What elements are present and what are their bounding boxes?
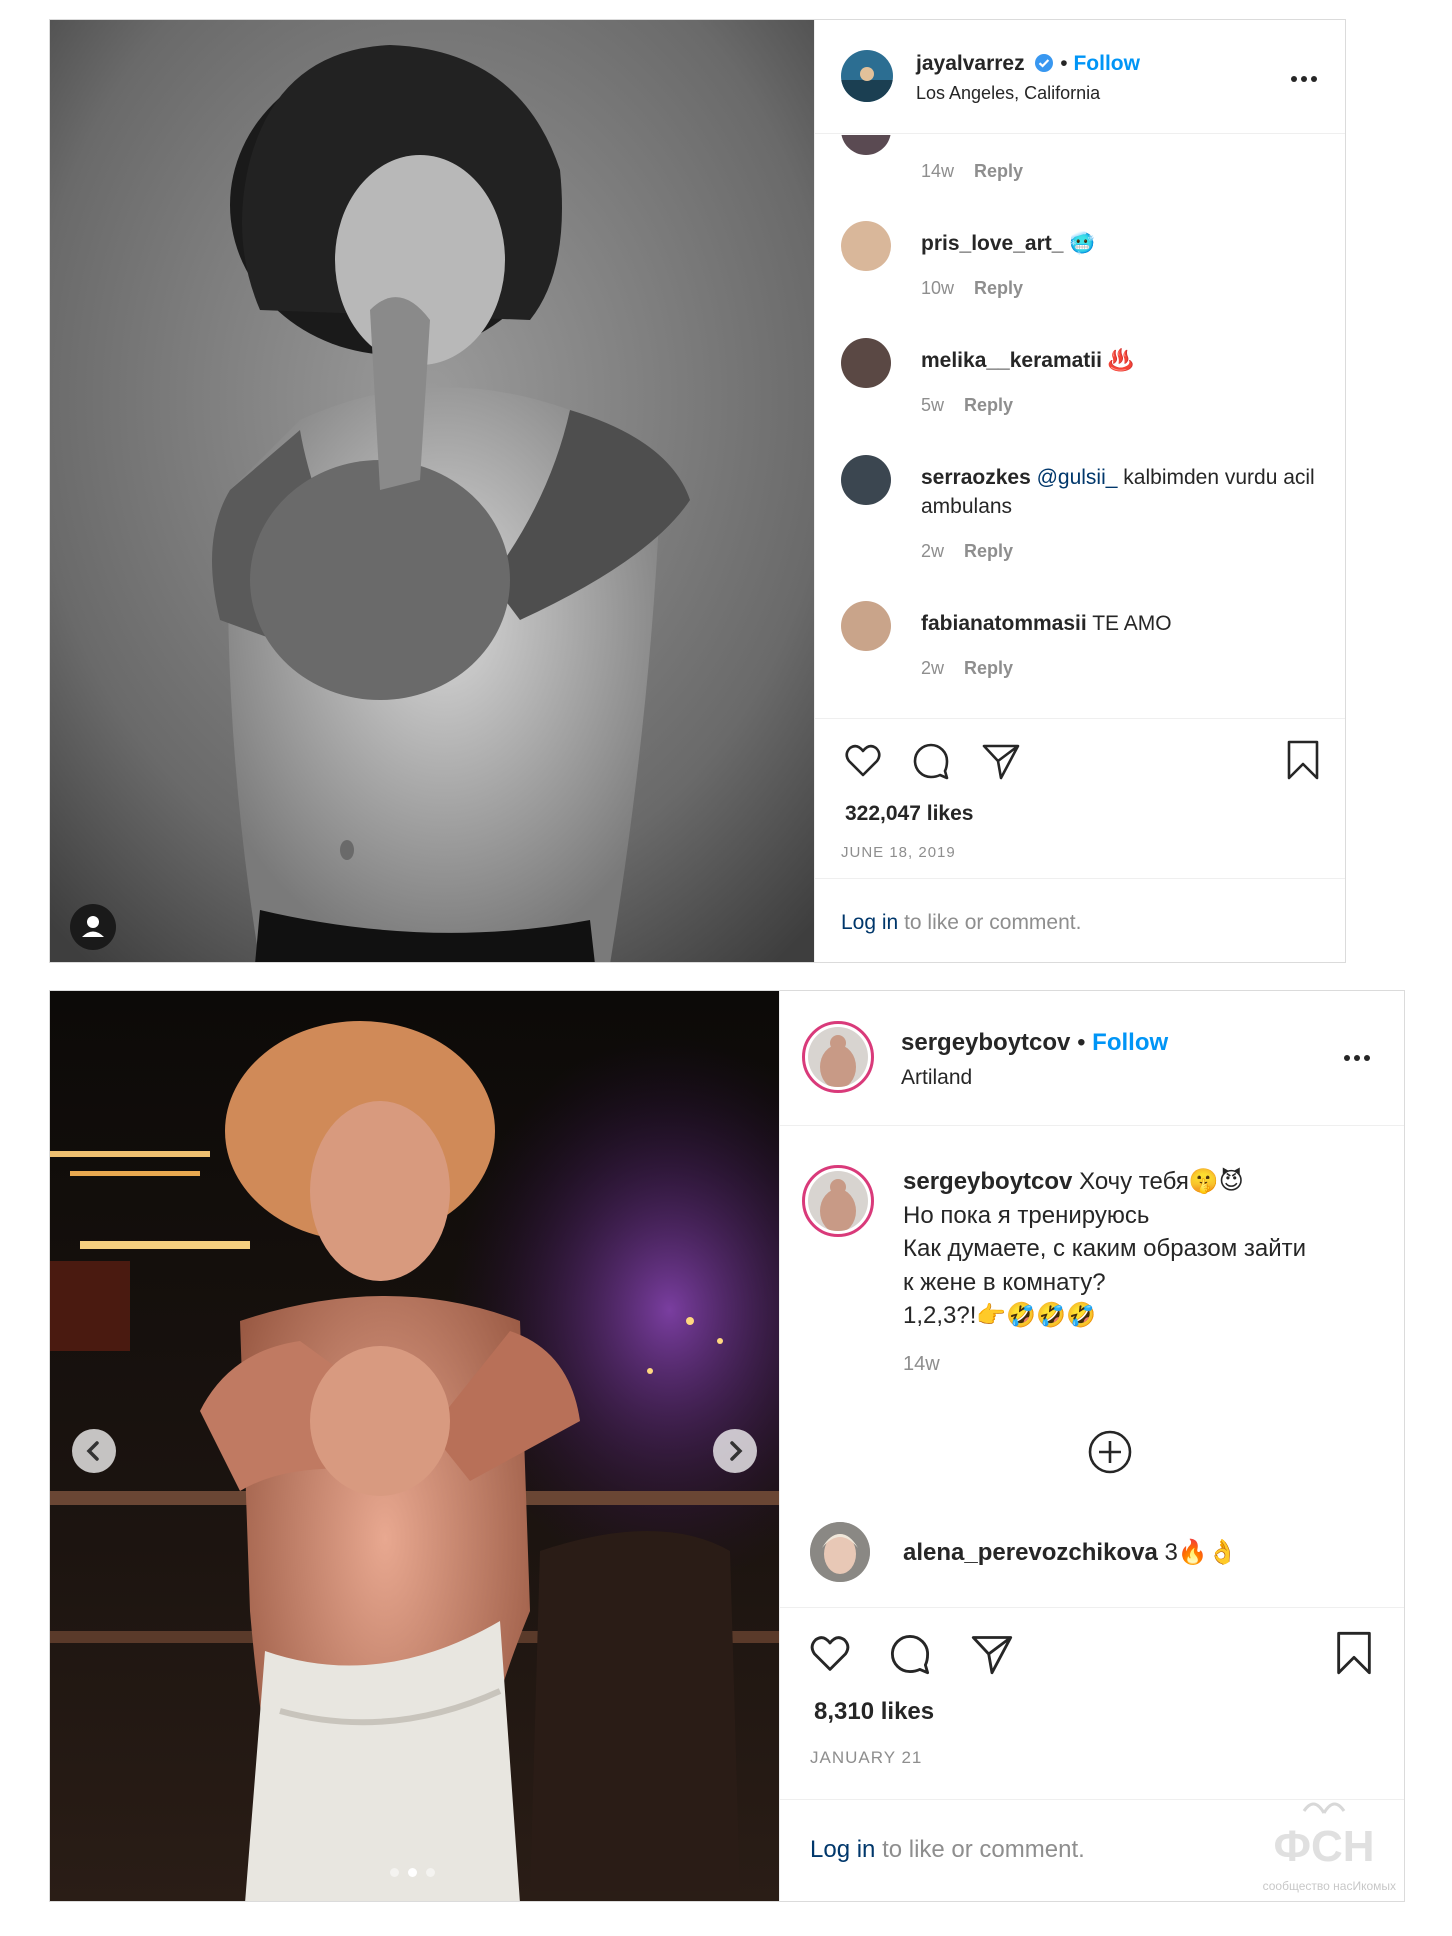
commenter-username[interactable]: serraozkes: [921, 466, 1031, 489]
commenter-avatar[interactable]: [841, 601, 891, 651]
author-username[interactable]: sergeyboytcov: [901, 1029, 1070, 1056]
post-date[interactable]: JANUARY 21: [810, 1748, 922, 1768]
watermark-text: сообщество насИкомых: [1262, 1879, 1396, 1893]
reply-button[interactable]: Reply: [974, 161, 1023, 181]
comment-icon[interactable]: [888, 1632, 932, 1676]
commenter-avatar[interactable]: [841, 338, 891, 388]
caption-author-avatar[interactable]: [802, 1165, 874, 1237]
chevron-right-icon: [730, 1441, 743, 1461]
post-date[interactable]: JUNE 18, 2019: [841, 844, 956, 861]
comment-time: 2w: [921, 658, 945, 678]
share-icon[interactable]: [981, 741, 1021, 781]
post-header: jayalvarrez • Follow Los Angeles, Califo…: [815, 20, 1345, 134]
author-username[interactable]: jayalvarrez: [916, 52, 1025, 75]
reply-button[interactable]: Reply: [964, 395, 1013, 415]
follow-button[interactable]: Follow: [1092, 1029, 1168, 1056]
login-prompt-text: to like or comment.: [882, 1836, 1085, 1863]
instagram-post-1: jayalvarrez • Follow Los Angeles, Califo…: [49, 19, 1346, 963]
author-avatar[interactable]: [802, 1021, 874, 1093]
share-icon[interactable]: [970, 1632, 1014, 1676]
login-link[interactable]: Log in: [810, 1836, 875, 1863]
next-slide-button[interactable]: [713, 1429, 757, 1473]
post-actions: 322,047 likes JUNE 18, 2019: [815, 718, 1345, 880]
reply-button[interactable]: Reply: [964, 658, 1013, 678]
carousel-dot: [426, 1868, 435, 1877]
reply-button[interactable]: Reply: [974, 278, 1023, 298]
caption-line: к жене в комнату?: [903, 1268, 1106, 1296]
commenter-avatar[interactable]: [841, 221, 891, 271]
comment-time: 5w: [921, 395, 945, 415]
comment-text: ♨️: [1107, 349, 1134, 372]
reply-button[interactable]: Reply: [964, 541, 1013, 561]
login-prompt-text: to like or comment.: [904, 911, 1082, 934]
comment-mention[interactable]: @gulsii_: [1037, 466, 1118, 489]
caption-line: Но пока я тренируюсь: [903, 1201, 1150, 1229]
commenter-username[interactable]: fabianatommasii: [921, 612, 1087, 635]
post-actions: 8,310 likes JANUARY 21: [780, 1607, 1404, 1789]
watermark: ФСН сообщество насИкомых: [1244, 1791, 1404, 1901]
more-icon[interactable]: [1291, 76, 1317, 82]
caption-username[interactable]: sergeyboytcov: [903, 1168, 1072, 1195]
commenter-username[interactable]: alena_perevozchikova: [903, 1539, 1158, 1566]
plus-circle-icon[interactable]: [1087, 1429, 1133, 1475]
heart-icon[interactable]: [808, 1632, 852, 1676]
night-portrait-image: [50, 991, 779, 1901]
separator-dot: •: [1077, 1029, 1086, 1056]
chevron-left-icon: [86, 1441, 99, 1461]
follow-button[interactable]: Follow: [1073, 52, 1140, 75]
comments-list: 14w Reply pris_love_art_ 🥶 10w Reply melik…: [815, 135, 1345, 735]
caption-time: 14w: [903, 1353, 940, 1375]
carousel-dot-active: [408, 1868, 417, 1877]
caption-line: 1,2,3?!👉🤣🤣🤣: [903, 1302, 1096, 1329]
carousel-dot: [390, 1868, 399, 1877]
verified-badge-icon: [1035, 54, 1054, 72]
login-bar: Log in to like or comment.: [815, 878, 1345, 962]
post-side-panel: sergeyboytcov • Follow Artiland sergeybo…: [779, 991, 1404, 1901]
post-photo[interactable]: [50, 991, 779, 1901]
comment-time: 2w: [921, 541, 945, 561]
caption-line: Как думаете, с каким образом зайти: [903, 1235, 1307, 1262]
comment-text: 🥶: [1069, 232, 1096, 255]
commenter-username[interactable]: pris_love_art_: [921, 232, 1063, 255]
login-link[interactable]: Log in: [841, 911, 898, 934]
post-photo[interactable]: [50, 20, 814, 962]
likes-count[interactable]: 322,047 likes: [845, 802, 973, 826]
heart-icon[interactable]: [843, 741, 883, 781]
comment-text: 3🔥👌: [1164, 1539, 1238, 1566]
post-location[interactable]: Los Angeles, California: [916, 83, 1100, 104]
previous-slide-button[interactable]: [72, 1429, 116, 1473]
post-location[interactable]: Artiland: [901, 1066, 972, 1090]
commenter-avatar[interactable]: [841, 135, 891, 155]
separator-dot: •: [1060, 52, 1068, 75]
bookmark-icon[interactable]: [1334, 1630, 1374, 1676]
bookmark-icon[interactable]: [1285, 739, 1321, 781]
post-side-panel: jayalvarrez • Follow Los Angeles, Califo…: [814, 20, 1345, 962]
likes-count[interactable]: 8,310 likes: [814, 1698, 934, 1726]
instagram-post-2: sergeyboytcov • Follow Artiland sergeybo…: [49, 990, 1405, 1902]
watermark-logo: ФСН: [1273, 1822, 1374, 1871]
comment-time: 14w: [921, 161, 955, 181]
comment-icon[interactable]: [911, 741, 951, 781]
more-icon[interactable]: [1344, 1055, 1370, 1061]
bw-portrait-image: [50, 20, 814, 962]
comment-time: 10w: [921, 278, 955, 298]
user-icon: [82, 916, 104, 937]
commenter-avatar[interactable]: [841, 455, 891, 505]
user-tag-badge[interactable]: [70, 904, 116, 950]
caption-line: Хочу тебя🤫😈: [1079, 1168, 1244, 1195]
carousel-indicator: [390, 1868, 435, 1877]
comment-text: TE AMO: [1092, 612, 1172, 635]
commenter-avatar[interactable]: [810, 1522, 870, 1582]
comments-list: sergeyboytcov Хочу тебя🤫😈 Но пока я трен…: [780, 1127, 1404, 1597]
post-header: sergeyboytcov • Follow Artiland: [780, 991, 1404, 1126]
commenter-username[interactable]: melika__keramatii: [921, 349, 1102, 372]
author-avatar[interactable]: [841, 50, 893, 102]
